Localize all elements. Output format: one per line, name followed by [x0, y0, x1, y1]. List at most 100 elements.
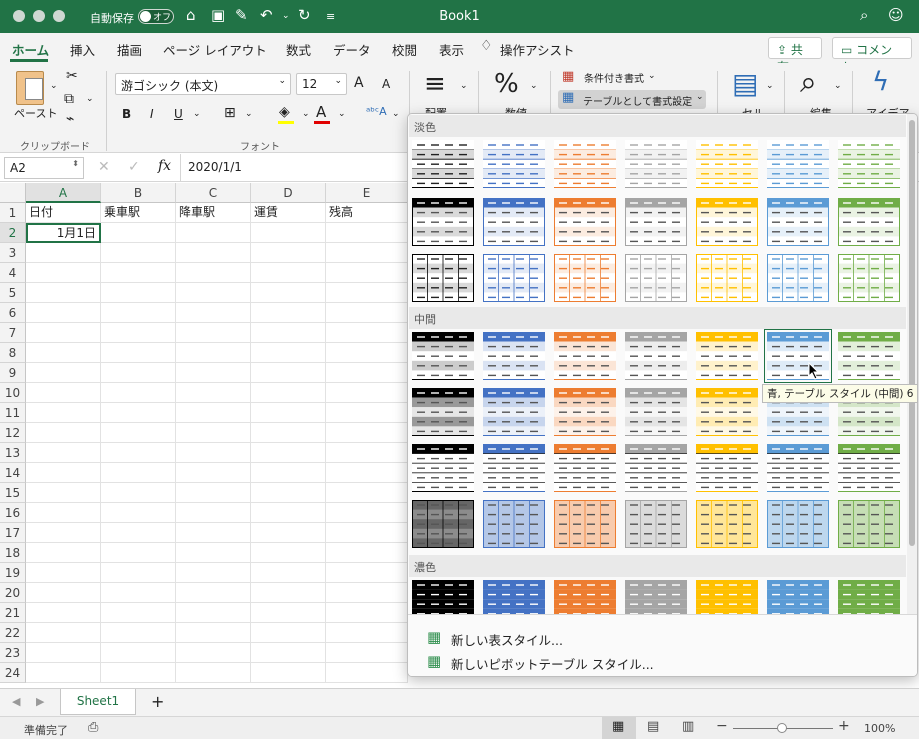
tab-tell-me[interactable]: 操作アシスト: [500, 40, 575, 59]
shrink-font-button[interactable]: A: [382, 77, 390, 91]
conditional-format-dropdown-icon[interactable]: ⌄: [648, 71, 656, 81]
tab-view[interactable]: 表示: [439, 40, 464, 59]
normal-view-button[interactable]: ▦: [602, 717, 636, 739]
italic-button[interactable]: I: [150, 107, 154, 121]
cell-C15[interactable]: [176, 483, 251, 503]
cell-D14[interactable]: [251, 463, 326, 483]
cell-D2[interactable]: [251, 223, 326, 243]
table-style-swatch[interactable]: [554, 198, 616, 246]
row-header[interactable]: 9: [0, 363, 26, 383]
table-style-swatch[interactable]: [554, 388, 616, 436]
cell-B2[interactable]: [101, 223, 176, 243]
cell-D4[interactable]: [251, 263, 326, 283]
column-header[interactable]: A: [26, 183, 101, 203]
share-button[interactable]: ⇪ 共有: [768, 37, 822, 74]
cell-B13[interactable]: [101, 443, 176, 463]
zoom-level[interactable]: 100%: [864, 722, 895, 735]
phonetic-icon[interactable]: ᵃᵇᶜA: [366, 105, 387, 118]
cell-A6[interactable]: [26, 303, 101, 323]
cell-C7[interactable]: [176, 323, 251, 343]
table-style-swatch[interactable]: [696, 388, 758, 436]
cell-A19[interactable]: [26, 563, 101, 583]
table-style-swatch[interactable]: [483, 500, 545, 548]
zoom-out-button[interactable]: −: [716, 718, 728, 734]
table-style-swatch[interactable]: [412, 500, 474, 548]
table-style-swatch[interactable]: [767, 140, 829, 188]
cell-E23[interactable]: [326, 643, 408, 663]
ideas-icon[interactable]: ϟ: [872, 67, 889, 97]
cell-A2[interactable]: 1月1日: [26, 223, 101, 243]
cell-E6[interactable]: [326, 303, 408, 323]
cell-B6[interactable]: [101, 303, 176, 323]
row-header[interactable]: 3: [0, 243, 26, 263]
row-header[interactable]: 2: [0, 223, 26, 243]
cell-C8[interactable]: [176, 343, 251, 363]
cell-B20[interactable]: [101, 583, 176, 603]
new-table-style-item[interactable]: 新しい表スタイル...: [451, 630, 563, 649]
cell-E8[interactable]: [326, 343, 408, 363]
tab-page-layout[interactable]: ページ レイアウト: [163, 40, 267, 59]
cell-B15[interactable]: [101, 483, 176, 503]
table-style-swatch[interactable]: [696, 198, 758, 246]
tab-draw[interactable]: 描画: [117, 40, 142, 59]
cell-B19[interactable]: [101, 563, 176, 583]
table-style-swatch[interactable]: [696, 444, 758, 492]
zoom-in-button[interactable]: +: [838, 718, 850, 734]
number-dropdown-icon[interactable]: ⌄: [530, 81, 538, 91]
table-style-swatch[interactable]: [412, 388, 474, 436]
cell-C18[interactable]: [176, 543, 251, 563]
cell-C21[interactable]: [176, 603, 251, 623]
cell-E22[interactable]: [326, 623, 408, 643]
cell-D9[interactable]: [251, 363, 326, 383]
cell-A21[interactable]: [26, 603, 101, 623]
tab-data[interactable]: データ: [333, 40, 371, 59]
cell-E18[interactable]: [326, 543, 408, 563]
table-style-swatch[interactable]: [625, 332, 687, 380]
bold-button[interactable]: B: [122, 107, 131, 121]
cell-E9[interactable]: [326, 363, 408, 383]
paste-icon[interactable]: [16, 71, 44, 105]
cell-E21[interactable]: [326, 603, 408, 623]
table-style-swatch[interactable]: [625, 254, 687, 302]
cell-D24[interactable]: [251, 663, 326, 683]
copy-dropdown-icon[interactable]: ⌄: [86, 94, 94, 104]
table-style-swatch[interactable]: [554, 140, 616, 188]
cell-E15[interactable]: [326, 483, 408, 503]
tab-formulas[interactable]: 数式: [286, 40, 311, 59]
cell-C3[interactable]: [176, 243, 251, 263]
table-style-swatch[interactable]: [696, 500, 758, 548]
borders-dropdown-icon[interactable]: ⌄: [245, 109, 253, 119]
cell-D18[interactable]: [251, 543, 326, 563]
underline-button[interactable]: U: [174, 107, 183, 121]
table-style-swatch[interactable]: [483, 198, 545, 246]
cell-C5[interactable]: [176, 283, 251, 303]
cell-E5[interactable]: [326, 283, 408, 303]
table-style-swatch[interactable]: [412, 332, 474, 380]
cell-E10[interactable]: [326, 383, 408, 403]
cell-D11[interactable]: [251, 403, 326, 423]
table-style-swatch[interactable]: [767, 500, 829, 548]
cell-E14[interactable]: [326, 463, 408, 483]
row-header[interactable]: 16: [0, 503, 26, 523]
fill-dropdown-icon[interactable]: ⌄: [302, 109, 310, 119]
cell-D22[interactable]: [251, 623, 326, 643]
table-style-swatch[interactable]: [696, 332, 758, 380]
table-style-swatch[interactable]: [838, 198, 900, 246]
cell-C11[interactable]: [176, 403, 251, 423]
row-header[interactable]: 17: [0, 523, 26, 543]
cell-B18[interactable]: [101, 543, 176, 563]
table-style-swatch[interactable]: [412, 444, 474, 492]
cell-D15[interactable]: [251, 483, 326, 503]
cell-A1[interactable]: 日付: [26, 203, 101, 223]
conditional-format-button[interactable]: 条件付き書式: [584, 70, 644, 85]
table-style-swatch[interactable]: [554, 332, 616, 380]
format-painter-icon[interactable]: ⌁: [66, 111, 74, 127]
select-all-corner[interactable]: [0, 183, 26, 203]
cell-C9[interactable]: [176, 363, 251, 383]
table-style-swatch[interactable]: [625, 198, 687, 246]
table-style-swatch[interactable]: [625, 500, 687, 548]
formula-input[interactable]: 2020/1/1: [188, 160, 242, 174]
next-sheet-icon[interactable]: ▶: [36, 695, 44, 708]
table-style-swatch[interactable]: [696, 254, 758, 302]
table-style-swatch[interactable]: [838, 444, 900, 492]
